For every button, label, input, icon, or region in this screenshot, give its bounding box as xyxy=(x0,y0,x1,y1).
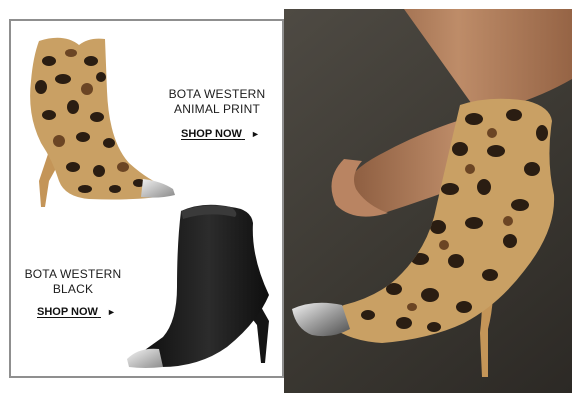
product-name-animal-print: BOTA WESTERN ANIMAL PRINT xyxy=(161,87,273,117)
shop-now-animal-print-link[interactable]: SHOP NOW ► xyxy=(181,128,260,140)
lifestyle-photo[interactable] xyxy=(284,9,572,393)
black-boot-image[interactable] xyxy=(119,197,279,371)
product-name-line: BOTA WESTERN xyxy=(168,87,266,101)
product-name-line: ANIMAL PRINT xyxy=(174,102,260,116)
product-panel: BOTA WESTERN ANIMAL PRINT SHOP NOW ► BOT… xyxy=(9,19,284,378)
product-name-line: BLACK xyxy=(52,282,94,296)
arrow-right-icon: ► xyxy=(250,129,260,139)
lifestyle-leopard-boot-image xyxy=(292,9,572,377)
arrow-right-icon: ► xyxy=(106,307,116,317)
shop-now-label: SHOP NOW xyxy=(181,128,242,140)
shop-now-black-link[interactable]: SHOP NOW ► xyxy=(37,306,116,318)
product-name-line: BOTA WESTERN xyxy=(24,267,122,281)
product-name-black: BOTA WESTERN BLACK xyxy=(21,267,125,297)
shop-now-label: SHOP NOW xyxy=(37,306,98,318)
leopard-boot-image[interactable] xyxy=(19,31,179,209)
